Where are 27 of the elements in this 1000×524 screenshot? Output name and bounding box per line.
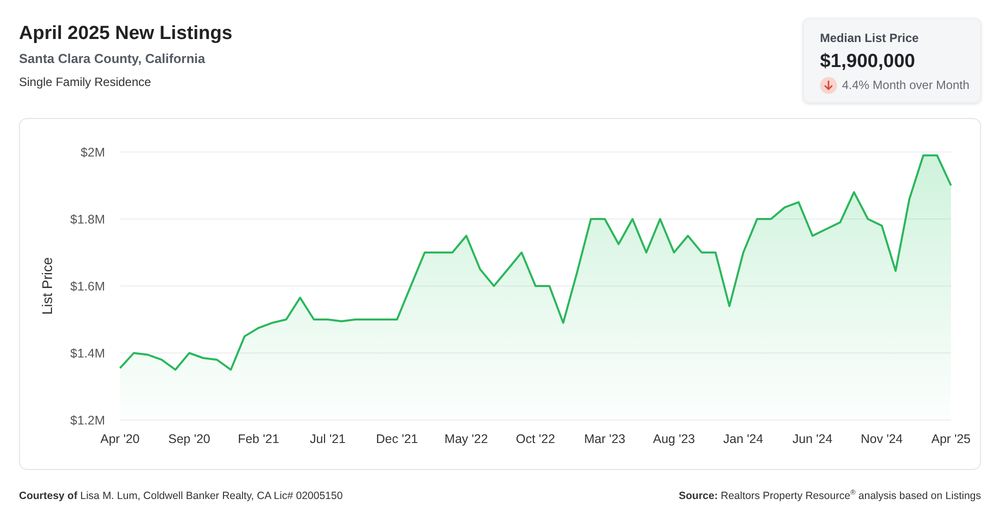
x-tick-label: Mar '23 xyxy=(584,432,626,446)
x-tick-label: Jan '24 xyxy=(723,432,764,446)
x-tick-label: Dec '21 xyxy=(376,432,418,446)
change-text: 4.4% Month over Month xyxy=(842,77,970,94)
credit-text: Courtesy of Lisa M. Lum, Coldwell Banker Realty, CA Lic# 02005150 xyxy=(19,489,343,504)
stat-label: Median List Price xyxy=(820,30,919,47)
x-tick-label: Sep '20 xyxy=(168,432,210,446)
x-tick-label: Nov '24 xyxy=(860,432,903,446)
x-tick-label: Jun '24 xyxy=(792,432,832,446)
x-tick-label: Jul '21 xyxy=(310,432,346,446)
location-subtitle: Santa Clara County, California xyxy=(19,50,206,68)
x-tick-label: Apr '25 xyxy=(931,432,971,446)
y-tick-label: $1.8M xyxy=(70,212,105,226)
y-tick-label: $1.6M xyxy=(70,280,105,294)
y-tick-label: $2M xyxy=(80,146,105,160)
stat-value: $1,900,000 xyxy=(820,50,916,74)
source-text: Source: Realtors Property Resource$^{®}$ analysis based on Listings xyxy=(678,488,981,504)
y-tick-label: $1.2M xyxy=(70,414,105,428)
x-tick-label: May '22 xyxy=(444,432,488,446)
x-tick-label: Aug '23 xyxy=(653,432,695,446)
y-axis-title: List Price xyxy=(39,257,55,315)
x-tick-label: Feb '21 xyxy=(238,432,280,446)
x-tick-label: Oct '22 xyxy=(516,432,556,446)
y-tick-label: $1.4M xyxy=(70,346,105,360)
report-title: April 2025 New Listings xyxy=(19,22,232,46)
x-tick-label: Apr '20 xyxy=(100,432,140,446)
property-type-label: Single Family Residence xyxy=(19,74,152,90)
